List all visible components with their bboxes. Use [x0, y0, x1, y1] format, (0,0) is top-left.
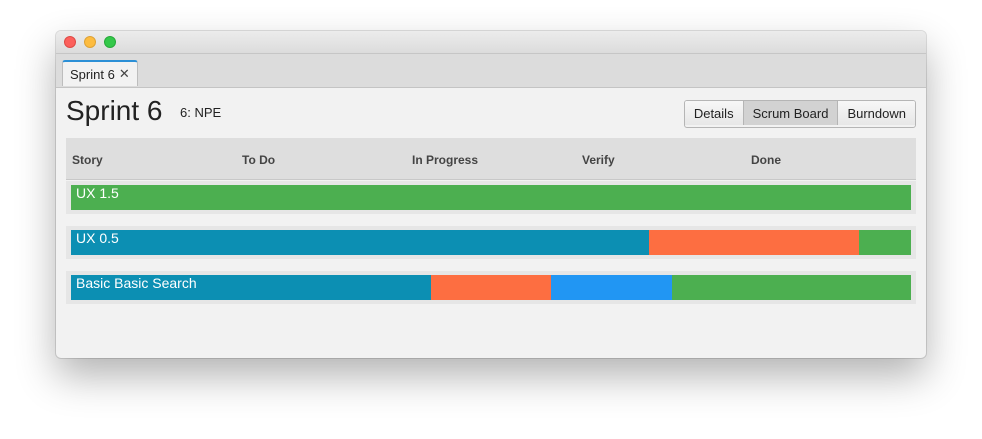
tab-label: Sprint 6 — [70, 66, 115, 82]
story-progress-bar — [71, 185, 911, 210]
details-button[interactable]: Details — [684, 101, 744, 125]
story-row[interactable]: UX 1.5 — [66, 181, 916, 214]
column-header-done: Done — [751, 153, 781, 167]
bar-segment-done — [671, 275, 911, 300]
story-row[interactable]: Basic Basic Search — [66, 271, 916, 304]
board-header: Story To Do In Progress Verify Done — [66, 138, 916, 180]
view-switcher: Details Scrum Board Burndown — [683, 100, 916, 128]
minimize-window-button[interactable] — [84, 36, 96, 48]
burndown-button[interactable]: Burndown — [838, 101, 915, 125]
close-window-button[interactable] — [64, 36, 76, 48]
tab-close-icon[interactable]: ✕ — [119, 66, 130, 82]
story-progress-bar — [71, 275, 911, 300]
bar-segment-done — [858, 230, 911, 255]
bar-segment-verify — [551, 275, 672, 300]
story-name: Basic Basic Search — [76, 275, 197, 291]
column-header-verify: Verify — [582, 153, 615, 167]
tab-strip: Sprint 6 ✕ — [56, 54, 926, 88]
column-header-story: Story — [72, 153, 103, 167]
bar-segment-done — [71, 185, 911, 210]
story-row[interactable]: UX 0.5 — [66, 226, 916, 259]
tab-sprint-6[interactable]: Sprint 6 ✕ — [62, 60, 138, 86]
story-name: UX 0.5 — [76, 230, 119, 246]
page-title: Sprint 6 — [66, 95, 163, 126]
title-bar — [56, 31, 926, 54]
column-header-in-progress: In Progress — [412, 153, 479, 167]
app-window: Sprint 6 ✕ Sprint 6 6: NPE Details Scrum… — [56, 31, 926, 358]
maximize-window-button[interactable] — [104, 36, 116, 48]
bar-segment-to-do — [71, 230, 649, 255]
column-header-to-do: To Do — [242, 153, 276, 167]
bar-segment-in-progress — [431, 275, 552, 300]
story-progress-bar — [71, 230, 911, 255]
story-name: UX 1.5 — [76, 185, 119, 201]
bar-segment-in-progress — [648, 230, 859, 255]
scrum-board-button[interactable]: Scrum Board — [743, 101, 839, 125]
sprint-subtitle: 6: NPE — [180, 105, 222, 120]
